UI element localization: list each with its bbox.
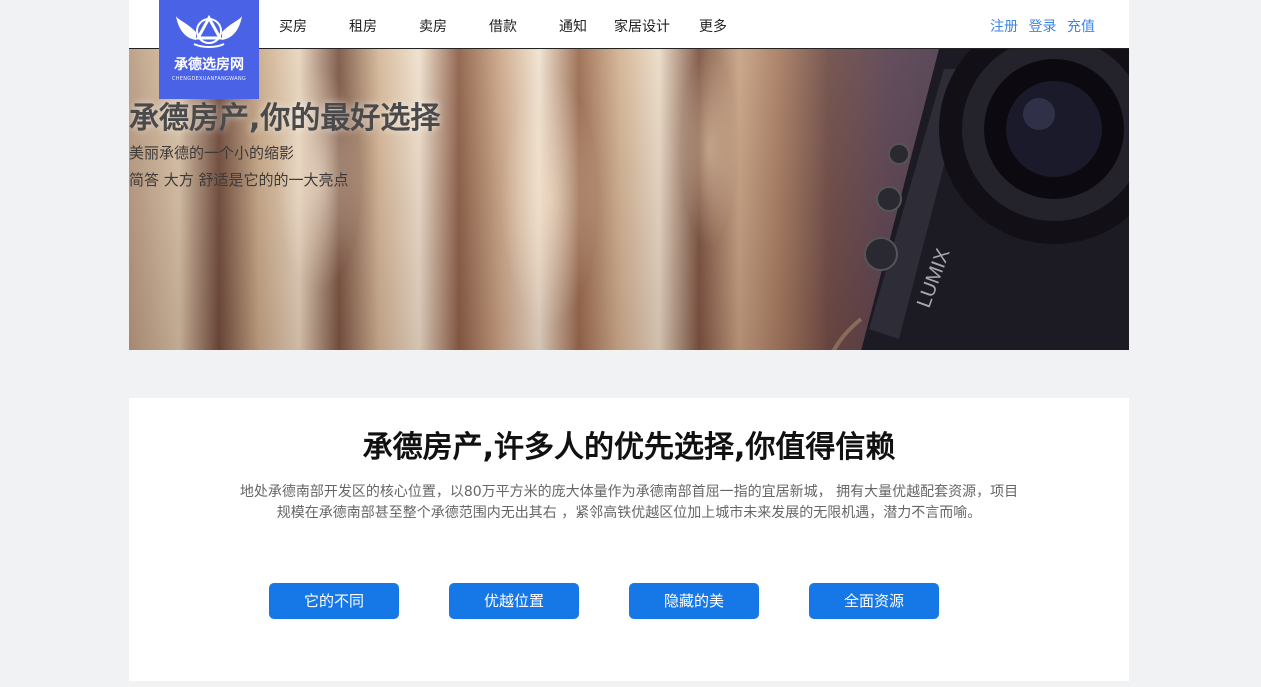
nav-item-more[interactable]: 更多 <box>699 16 727 36</box>
hero-banner: LUMIX 承德房产,你的最好选择 美丽承德的一个小的缩影 简答 大方 舒适是它… <box>129 49 1129 350</box>
nav-item-buy[interactable]: 买房 <box>279 16 307 36</box>
resources-button[interactable]: 全面资源 <box>809 583 939 619</box>
nav-item-home-design[interactable]: 家居设计 <box>614 16 670 36</box>
winged-emblem-icon <box>176 14 242 48</box>
login-link[interactable]: 登录 <box>1029 19 1057 35</box>
logo-subtitle: CHENGDEXUANFANGWANG <box>171 76 247 82</box>
site-logo[interactable]: 承德选房网 CHENGDEXUANFANGWANG <box>159 0 259 99</box>
hero-subtitle-line-1: 美丽承德的一个小的缩影 <box>129 144 295 162</box>
location-button[interactable]: 优越位置 <box>449 583 579 619</box>
intro-description: 地处承德南部开发区的核心位置，以80万平方米的庞大体量作为承德南部首屈一指的宜居… <box>184 482 1074 524</box>
intro-description-line-2: 规模在承德南部甚至整个承德范围内无出其右 ，紧邻高铁优越区位加上城市未来发展的无… <box>276 505 982 521</box>
intro-title: 承德房产,许多人的优先选择,你值得信赖 <box>362 430 896 465</box>
nav-item-sell[interactable]: 卖房 <box>419 16 447 36</box>
intro-description-line-1: 地处承德南部开发区的核心位置，以80万平方米的庞大体量作为承德南部首屈一指的宜居… <box>239 484 1019 500</box>
hero-subtitle-line-2: 简答 大方 舒适是它的的一大亮点 <box>129 171 349 189</box>
nav-item-rent[interactable]: 租房 <box>349 16 377 36</box>
hidden-beauty-button[interactable]: 隐藏的美 <box>629 583 759 619</box>
top-navbar: 承德选房网 CHENGDEXUANFANGWANG 买房 租房 卖房 借款 通知… <box>129 0 1129 99</box>
register-link[interactable]: 注册 <box>990 19 1018 35</box>
logo-title: 承德选房网 <box>174 57 244 73</box>
hero-title: 承德房产,你的最好选择 <box>129 101 441 136</box>
auth-links: 注册 登录 充值 <box>984 16 1095 36</box>
nav-item-notice[interactable]: 通知 <box>559 16 587 36</box>
intro-section: 承德房产,许多人的优先选择,你值得信赖 地处承德南部开发区的核心位置，以80万平… <box>129 398 1129 681</box>
recharge-link[interactable]: 充值 <box>1067 19 1095 35</box>
nav-item-loan[interactable]: 借款 <box>489 16 517 36</box>
different-button[interactable]: 它的不同 <box>269 583 399 619</box>
